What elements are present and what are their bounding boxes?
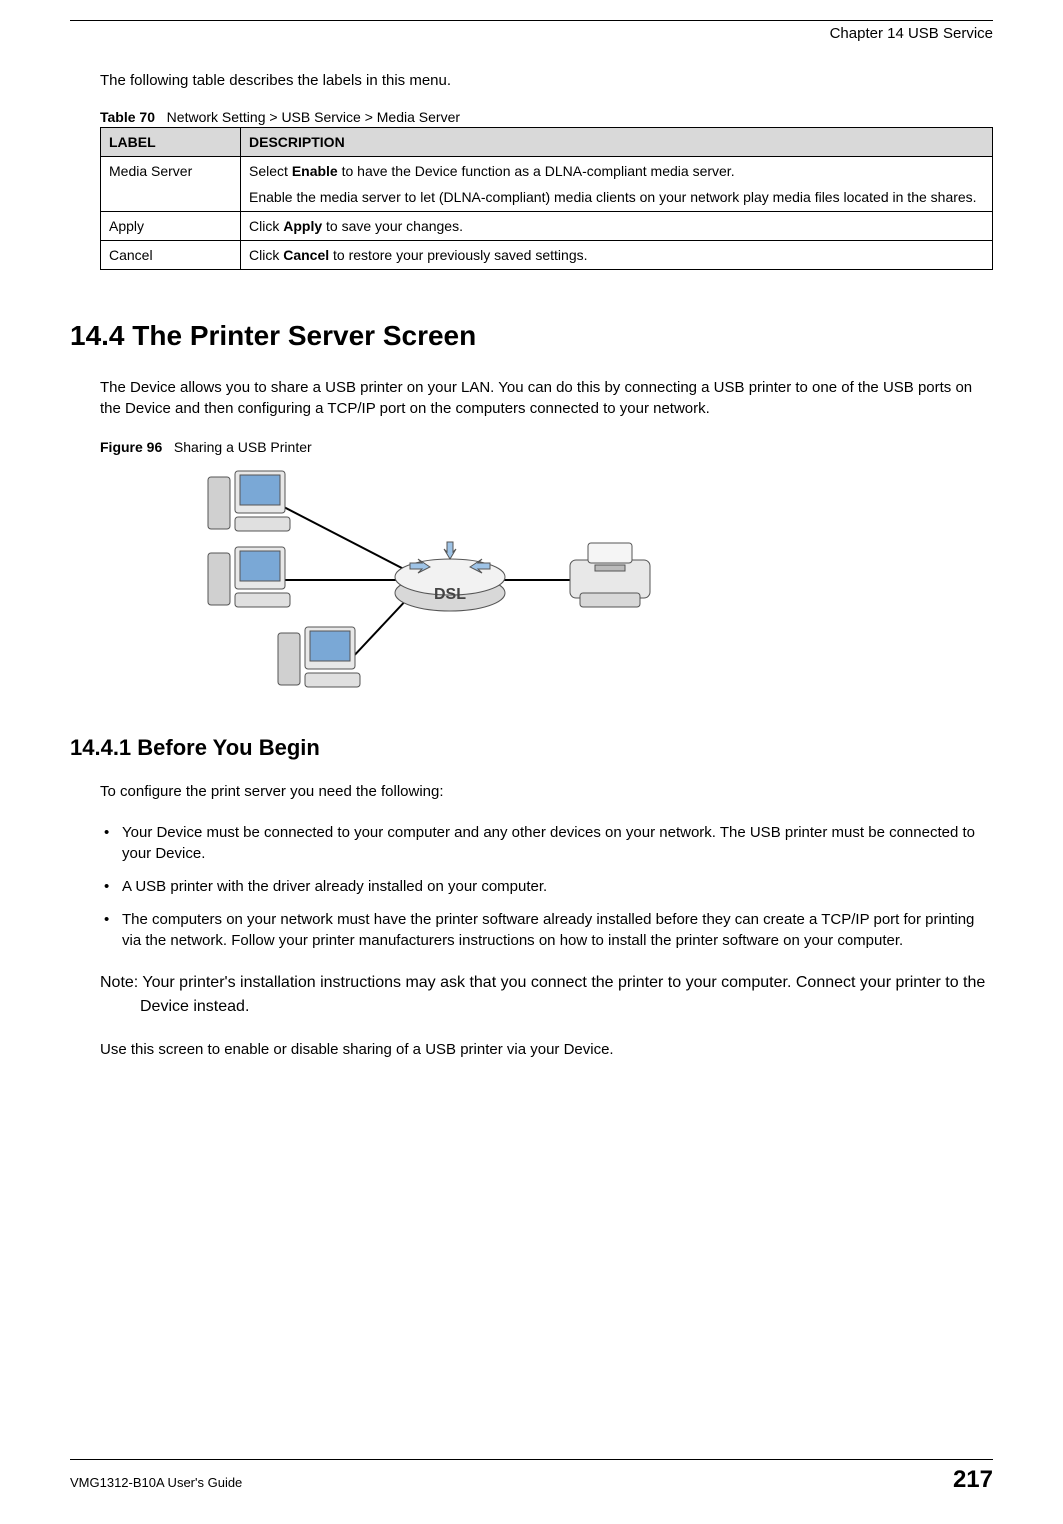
desc-bold: Apply [283, 218, 322, 234]
note-paragraph: Note: Your printer's installation instru… [100, 971, 993, 1019]
cell-description: Click Apply to save your changes. [241, 212, 993, 241]
figure-caption-label: Figure 96 [100, 439, 162, 455]
table-caption-label: Table 70 [100, 109, 155, 125]
router-icon: DSL [395, 542, 505, 611]
printer-icon [570, 543, 650, 607]
desc-text: Click [249, 218, 283, 234]
usb-printer-diagram-icon: DSL [150, 465, 670, 695]
section-paragraph: The Device allows you to share a USB pri… [100, 377, 993, 419]
desc-text: Enable the media server to let (DLNA-com… [249, 189, 984, 205]
footer-guide-name: VMG1312-B10A User's Guide [70, 1475, 242, 1490]
page-footer: VMG1312-B10A User's Guide 217 [70, 1459, 993, 1494]
figure-caption-text: Sharing a USB Printer [174, 439, 312, 455]
section-heading: 14.4 The Printer Server Screen [70, 320, 993, 352]
list-item: Your Device must be connected to your co… [100, 822, 993, 864]
cell-description: Click Cancel to restore your previously … [241, 241, 993, 270]
footer-page-number: 217 [953, 1466, 993, 1494]
table-caption: Table 70 Network Setting > USB Service >… [100, 109, 993, 125]
computer-icon [208, 471, 290, 531]
closing-paragraph: Use this screen to enable or disable sha… [100, 1039, 993, 1060]
list-item: The computers on your network must have … [100, 909, 993, 951]
figure-diagram: DSL [150, 465, 670, 695]
intro-paragraph: The following table describes the labels… [100, 72, 993, 89]
desc-text: to save your changes. [322, 218, 463, 234]
cell-label: Cancel [101, 241, 241, 270]
computer-icon [278, 627, 360, 687]
table-row: Media Server Select Enable to have the D… [101, 157, 993, 212]
figure-caption: Figure 96 Sharing a USB Printer [100, 439, 993, 455]
list-item: A USB printer with the driver already in… [100, 876, 993, 897]
th-description: DESCRIPTION [241, 128, 993, 157]
desc-bold: Enable [292, 163, 338, 179]
cell-label: Apply [101, 212, 241, 241]
th-label: LABEL [101, 128, 241, 157]
chapter-header: Chapter 14 USB Service [70, 25, 993, 42]
requirements-list: Your Device must be connected to your co… [100, 822, 993, 951]
table-caption-text: Network Setting > USB Service > Media Se… [167, 109, 460, 125]
table-row: Apply Click Apply to save your changes. [101, 212, 993, 241]
cell-description: Select Enable to have the Device functio… [241, 157, 993, 212]
desc-text: to restore your previously saved setting… [329, 247, 587, 263]
subsection-intro: To configure the print server you need t… [100, 781, 993, 802]
description-table: LABEL DESCRIPTION Media Server Select En… [100, 127, 993, 270]
desc-text: Click [249, 247, 283, 263]
desc-text: Select [249, 163, 292, 179]
subsection-heading: 14.4.1 Before You Begin [70, 735, 993, 761]
desc-text: to have the Device function as a DLNA-co… [338, 163, 735, 179]
router-label: DSL [434, 586, 466, 603]
cell-label: Media Server [101, 157, 241, 212]
table-row: Cancel Click Cancel to restore your prev… [101, 241, 993, 270]
computer-icon [208, 547, 290, 607]
desc-bold: Cancel [283, 247, 329, 263]
